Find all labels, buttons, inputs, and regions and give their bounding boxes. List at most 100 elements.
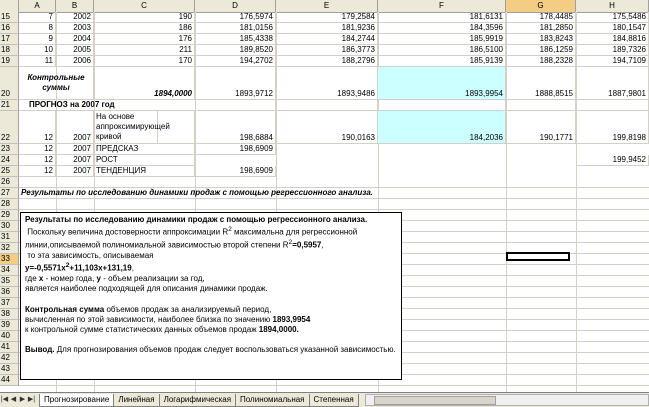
row-header[interactable]: 36 [0, 287, 19, 298]
table-cell[interactable]: 184,3596 [378, 23, 506, 34]
table-cell[interactable]: 198,6909 [195, 144, 276, 155]
row-header[interactable]: 15 [0, 12, 19, 23]
row-header[interactable]: 20 [0, 67, 19, 100]
table-cell[interactable]: 194,7109 [576, 56, 649, 67]
method-approx-curve[interactable]: На основе аппроксимирующей кривой [94, 111, 170, 144]
column-header-d[interactable]: D [195, 0, 276, 12]
table-cell[interactable]: 7 [19, 12, 56, 23]
table-cell[interactable]: 2004 [56, 34, 94, 45]
row-header[interactable]: 27 [0, 188, 19, 199]
tab-power[interactable]: Степенная [308, 393, 359, 407]
row-header[interactable]: 23 [0, 144, 19, 155]
table-cell[interactable]: 12 [19, 111, 56, 144]
table-cell[interactable]: 2005 [56, 45, 94, 56]
table-cell[interactable]: 2007 [56, 144, 94, 155]
table-cell[interactable]: 8 [19, 23, 56, 34]
control-sum-f[interactable]: 1893,9954 [378, 67, 506, 100]
table-cell[interactable]: 175,5486 [576, 12, 649, 23]
row-header[interactable]: 35 [0, 276, 19, 287]
row-header[interactable]: 43 [0, 364, 19, 375]
table-cell[interactable]: 199,9452 [576, 155, 649, 166]
prev-sheet-icon[interactable]: ◀ [9, 394, 18, 406]
table-cell[interactable]: 186 [94, 23, 195, 34]
table-cell[interactable]: 178,4485 [506, 12, 576, 23]
row-header[interactable]: 31 [0, 232, 19, 243]
results-text-box[interactable]: Результаты по исследованию динамики прод… [20, 212, 402, 380]
table-cell[interactable]: 211 [94, 45, 195, 56]
column-header-a[interactable]: A [19, 0, 56, 12]
scrollbar-thumb[interactable] [373, 396, 496, 405]
row-header[interactable]: 21 [0, 100, 19, 111]
select-all-corner[interactable] [0, 0, 19, 12]
row-header[interactable]: 37 [0, 298, 19, 309]
table-cell[interactable]: 12 [19, 144, 56, 155]
table-cell[interactable]: 2007 [56, 111, 94, 144]
column-header-f[interactable]: F [378, 0, 506, 12]
table-cell[interactable]: 184,2036 [378, 111, 506, 144]
row-header[interactable]: 28 [0, 199, 19, 210]
table-cell[interactable]: 181,2850 [506, 23, 576, 34]
table-cell[interactable]: 176 [94, 34, 195, 45]
table-cell[interactable]: 170 [94, 56, 195, 67]
table-cell[interactable]: 2007 [56, 155, 94, 166]
table-cell[interactable] [576, 100, 649, 111]
tab-linear[interactable]: Линейная [113, 393, 160, 407]
table-cell[interactable]: 185,9919 [378, 34, 506, 45]
control-sum-h[interactable]: 1887,9801 [576, 67, 649, 100]
table-cell[interactable]: 12 [19, 166, 56, 177]
table-cell[interactable]: 190,0163 [276, 111, 378, 144]
table-cell[interactable]: 188,2328 [506, 56, 576, 67]
table-cell[interactable] [506, 100, 576, 111]
table-cell[interactable]: 2003 [56, 23, 94, 34]
row-header-selected[interactable]: 33 [0, 254, 19, 265]
control-sum-e[interactable]: 1893,9486 [276, 67, 378, 100]
table-cell[interactable]: 181,9236 [276, 23, 378, 34]
table-cell[interactable]: 190,1771 [506, 111, 576, 144]
tab-forecasting[interactable]: Прогнозирование [39, 393, 115, 407]
table-cell[interactable]: 194,2702 [195, 56, 276, 67]
table-cell[interactable] [378, 100, 506, 111]
table-cell[interactable]: 181,0156 [195, 23, 276, 34]
table-cell[interactable]: 188,2796 [276, 56, 378, 67]
row-header[interactable]: 17 [0, 34, 19, 45]
table-cell[interactable]: 198,6909 [195, 166, 276, 177]
row-header[interactable]: 25 [0, 166, 19, 177]
table-cell[interactable]: 184,8816 [576, 34, 649, 45]
last-sheet-icon[interactable]: ▶| [27, 394, 36, 406]
row-header[interactable]: 16 [0, 23, 19, 34]
table-cell[interactable]: 2006 [56, 56, 94, 67]
table-cell[interactable]: 190 [94, 12, 195, 23]
column-header-c[interactable]: C [94, 0, 195, 12]
table-cell[interactable] [158, 111, 195, 144]
table-cell[interactable]: 183,8243 [506, 34, 576, 45]
row-header[interactable]: 29 [0, 210, 19, 221]
tab-polynomial[interactable]: Полиномиальная [235, 393, 310, 407]
row-header[interactable]: 34 [0, 265, 19, 276]
column-header-b[interactable]: B [56, 0, 94, 12]
row-header[interactable]: 22 [0, 111, 19, 144]
table-cell[interactable]: 176,5974 [195, 12, 276, 23]
active-cell-selection[interactable] [506, 252, 570, 261]
table-cell[interactable]: 9 [19, 34, 56, 45]
row-header[interactable]: 42 [0, 353, 19, 364]
table-cell[interactable]: 184,2744 [276, 34, 378, 45]
row-header[interactable]: 19 [0, 56, 19, 67]
table-cell[interactable] [276, 100, 378, 111]
table-cell[interactable]: 11 [19, 56, 56, 67]
next-sheet-icon[interactable]: ▶ [18, 394, 27, 406]
method-trend[interactable]: ТЕНДЕНЦИЯ [94, 166, 195, 177]
column-header-h[interactable]: H [576, 0, 649, 12]
table-cell[interactable]: 181,6131 [378, 12, 506, 23]
table-cell[interactable]: 186,3773 [276, 45, 378, 56]
table-cell[interactable]: 10 [19, 45, 56, 56]
table-cell[interactable]: 198,6884 [195, 111, 276, 144]
table-cell[interactable]: 2007 [56, 166, 94, 177]
table-cell[interactable]: 186,5100 [378, 45, 506, 56]
table-cell[interactable]: 185,4338 [195, 34, 276, 45]
forecast-heading[interactable]: ПРОГНОЗ на 2007 год [19, 100, 195, 111]
table-cell[interactable]: 189,8520 [195, 45, 276, 56]
table-cell[interactable]: 186,1259 [506, 45, 576, 56]
control-sum-d[interactable]: 1893,9712 [195, 67, 276, 100]
table-cell[interactable]: 185,9139 [378, 56, 506, 67]
spreadsheet-grid[interactable]: A B C D E F G H 15 7 2002 190 176,5974 1… [0, 0, 649, 392]
